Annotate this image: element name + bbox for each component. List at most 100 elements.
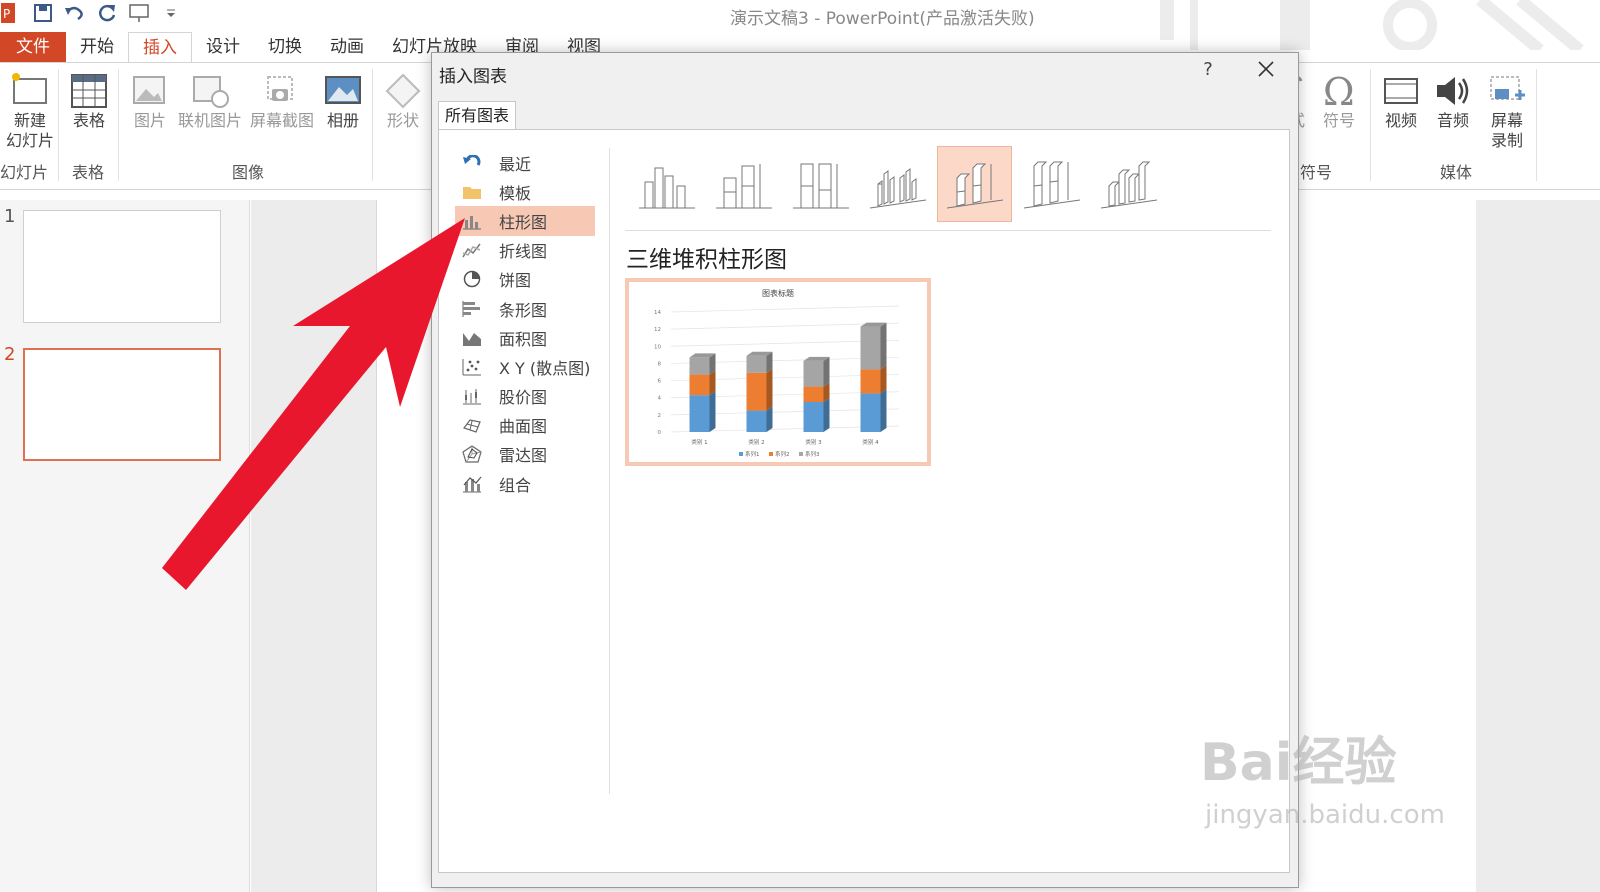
category-label: 最近	[499, 154, 532, 174]
symbol-button[interactable]: Ω 符号	[1316, 63, 1362, 131]
bar-side	[880, 365, 887, 394]
line-chart-icon	[461, 241, 483, 259]
100-stacked-column-icon	[792, 163, 849, 209]
screenshot-button[interactable]: 屏幕截图	[248, 63, 316, 131]
undo-icon[interactable]	[64, 2, 86, 24]
tab-design[interactable]: 设计	[192, 32, 254, 62]
customize-icon[interactable]	[160, 2, 182, 24]
area-chart-icon	[461, 329, 483, 347]
category-bar[interactable]: 条形图	[455, 294, 595, 323]
close-icon	[1258, 61, 1274, 77]
quick-access-toolbar: P	[0, 2, 182, 24]
category-radar[interactable]: 雷达图	[455, 440, 595, 469]
slide-number: 1	[4, 206, 16, 227]
present-icon[interactable]	[128, 2, 150, 24]
radar-chart-icon	[461, 445, 483, 464]
category-label: 折线图	[499, 242, 548, 262]
online-pictures-label: 联机图片	[177, 111, 242, 130]
stacked-column-icon	[715, 164, 772, 209]
y-tick-label: 14	[654, 310, 661, 316]
chart-preview-svg: 图表标题 0 2 4 6 8 10 12 14 类别 1 类别 2 类别 3 类别 4 系列1 系列2 系列…	[654, 288, 900, 458]
category-line[interactable]: 折线图	[455, 236, 595, 265]
category-recent[interactable]: 最近	[455, 148, 595, 177]
folder-icon	[461, 183, 483, 201]
pie-chart-icon	[461, 270, 483, 288]
table-button[interactable]: 表格	[66, 63, 112, 131]
title-bar: P 演示文稿3 - PowerPoint(产品激活失败)	[0, 0, 1600, 50]
powerpoint-logo-icon[interactable]: P	[0, 2, 22, 24]
category-label: 面积图	[499, 329, 548, 349]
watermark: Bai经验	[1200, 733, 1397, 793]
3d-stacked-column-icon	[946, 163, 1003, 209]
tab-insert[interactable]: 插入	[128, 32, 192, 62]
y-tick-label: 2	[658, 413, 662, 419]
picture-icon	[133, 76, 165, 104]
category-combo[interactable]: 组合	[455, 469, 595, 498]
close-button[interactable]	[1252, 59, 1280, 87]
y-tick-label: 6	[658, 379, 662, 385]
tab-all-charts[interactable]: 所有图表	[438, 101, 517, 129]
album-button[interactable]: 相册	[320, 63, 366, 131]
help-button[interactable]: ?	[1196, 59, 1220, 80]
online-picture-icon	[193, 76, 229, 108]
y-tick-label: 12	[654, 327, 661, 333]
shapes-label: 形状	[386, 111, 419, 130]
slide-thumbnail-2[interactable]	[23, 348, 221, 461]
save-icon[interactable]	[32, 2, 54, 24]
3d-100-stacked-column-icon	[1023, 161, 1080, 209]
svg-text:P: P	[3, 7, 10, 21]
group-separator	[372, 69, 373, 181]
subtype-3d-stacked-column[interactable]	[937, 146, 1012, 222]
shapes-button[interactable]: 形状	[380, 63, 426, 131]
tab-file[interactable]: 文件	[0, 32, 66, 62]
clustered-column-icon	[638, 167, 695, 209]
subtype-100-stacked-column[interactable]	[783, 146, 858, 222]
slide-thumbnails-panel: 1 2	[0, 200, 250, 892]
category-column[interactable]: 柱形图	[455, 206, 595, 236]
new-slide-button[interactable]: 新建 幻灯片	[0, 63, 60, 151]
tab-home[interactable]: 开始	[66, 32, 128, 62]
insert-chart-dialog: 插入图表 ? 所有图表 最近 模板 柱形图 折线图 饼图 条形图 面积图 X Y…	[431, 52, 1299, 888]
bar-segment	[803, 360, 824, 387]
scatter-chart-icon	[461, 358, 483, 376]
slide-number: 2	[4, 344, 16, 365]
category-pie[interactable]: 饼图	[455, 265, 595, 294]
category-templates[interactable]: 模板	[455, 177, 595, 206]
video-button[interactable]: 视频	[1378, 63, 1424, 131]
new-slide-label-2: 幻灯片	[5, 131, 54, 150]
redo-icon[interactable]	[96, 2, 118, 24]
bar-segment	[689, 374, 710, 396]
column-chart-icon	[461, 212, 483, 230]
online-pictures-button[interactable]: 联机图片	[176, 63, 244, 131]
category-surface[interactable]: 曲面图	[455, 411, 595, 440]
pictures-button[interactable]: 图片	[128, 63, 172, 131]
category-label: 条形图	[499, 300, 548, 320]
group-separator	[118, 69, 119, 181]
3d-column-icon	[1100, 161, 1157, 209]
omega-icon: Ω	[1323, 71, 1355, 111]
bar-segment	[860, 369, 881, 394]
y-tick-label: 4	[658, 396, 662, 402]
group-label-media: 媒体	[1440, 163, 1473, 182]
subtype-3d-100-stacked-column[interactable]	[1014, 146, 1089, 222]
category-area[interactable]: 面积图	[455, 323, 595, 352]
bar-side	[823, 398, 830, 432]
title-decoration	[1160, 0, 1584, 50]
subtype-clustered-column[interactable]	[629, 146, 704, 222]
slide-thumbnail-1[interactable]	[23, 210, 221, 323]
x-tick-label: 类别 1	[691, 438, 707, 446]
subtype-3d-column[interactable]	[1091, 146, 1166, 222]
group-label-symbols: 符号	[1300, 163, 1333, 182]
category-label: X Y (散点图)	[499, 358, 591, 378]
category-stock[interactable]: 股价图	[455, 382, 595, 411]
screen-record-button[interactable]: 屏幕 录制	[1484, 63, 1530, 151]
audio-button[interactable]: 音频	[1430, 63, 1476, 131]
subtype-3d-clustered-column[interactable]	[860, 146, 935, 222]
new-slide-label-1: 新建	[13, 111, 46, 130]
subtype-stacked-column[interactable]	[706, 146, 781, 222]
screenshot-icon	[267, 76, 293, 101]
tab-animations[interactable]: 动画	[316, 32, 378, 62]
tab-transitions[interactable]: 切换	[254, 32, 316, 62]
category-scatter[interactable]: X Y (散点图)	[455, 352, 595, 381]
category-label: 雷达图	[499, 446, 548, 466]
